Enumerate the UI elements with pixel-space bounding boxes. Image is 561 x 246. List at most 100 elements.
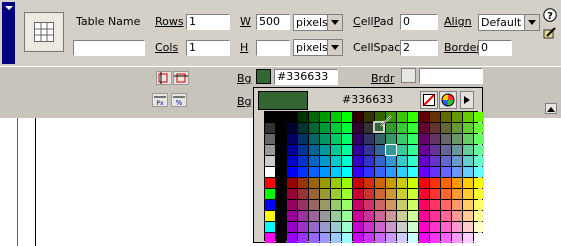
no-color-icon[interactable]	[420, 91, 438, 109]
rows-input[interactable]: 1	[186, 14, 230, 30]
web-safe-color-swatch[interactable]	[430, 123, 440, 133]
web-safe-color-swatch[interactable]	[375, 145, 385, 155]
convert-widths-to-pixels-button[interactable]: Px	[152, 93, 168, 107]
web-safe-color-swatch[interactable]	[320, 112, 330, 122]
web-safe-color-swatch[interactable]	[331, 189, 341, 199]
web-safe-color-swatch[interactable]	[353, 123, 363, 133]
web-safe-color-swatch[interactable]	[430, 222, 440, 232]
web-safe-color-swatch[interactable]	[331, 222, 341, 232]
web-safe-color-swatch[interactable]	[386, 211, 396, 221]
spacer-swatch[interactable]	[276, 178, 286, 188]
web-safe-color-swatch[interactable]	[342, 189, 352, 199]
bg-color-swatch[interactable]	[256, 69, 271, 84]
special-color-swatch[interactable]	[265, 178, 275, 188]
web-safe-color-swatch[interactable]	[474, 200, 484, 210]
web-safe-color-swatch[interactable]	[342, 200, 352, 210]
web-safe-color-swatch[interactable]	[430, 112, 440, 122]
web-safe-color-swatch[interactable]	[375, 222, 385, 232]
web-safe-color-swatch[interactable]	[364, 156, 374, 166]
web-safe-color-swatch[interactable]	[309, 178, 319, 188]
web-safe-color-swatch[interactable]	[298, 134, 308, 144]
web-safe-color-swatch[interactable]	[441, 233, 451, 243]
web-safe-color-swatch[interactable]	[320, 211, 330, 221]
table-name-input[interactable]	[73, 40, 145, 56]
spacer-swatch[interactable]	[276, 134, 286, 144]
web-safe-color-swatch[interactable]	[287, 123, 297, 133]
web-safe-color-swatch[interactable]	[342, 145, 352, 155]
web-safe-color-swatch[interactable]	[430, 167, 440, 177]
web-safe-color-swatch[interactable]	[452, 156, 462, 166]
web-safe-color-swatch[interactable]	[474, 178, 484, 188]
web-safe-color-swatch[interactable]	[375, 134, 385, 144]
web-safe-color-swatch[interactable]	[441, 222, 451, 232]
web-safe-color-swatch[interactable]	[408, 200, 418, 210]
web-safe-color-swatch[interactable]	[474, 222, 484, 232]
web-safe-color-swatch[interactable]	[452, 222, 462, 232]
web-safe-color-swatch[interactable]	[419, 145, 429, 155]
cellspace-input[interactable]: 2	[400, 40, 438, 56]
color-wheel-icon[interactable]	[439, 91, 457, 109]
web-safe-color-swatch[interactable]	[430, 211, 440, 221]
spacer-swatch[interactable]	[276, 123, 286, 133]
right-arrow-icon[interactable]	[460, 91, 474, 109]
web-safe-color-swatch[interactable]	[408, 222, 418, 232]
web-safe-color-swatch[interactable]	[474, 189, 484, 199]
web-safe-color-swatch[interactable]	[353, 178, 363, 188]
web-safe-color-swatch[interactable]	[419, 123, 429, 133]
web-safe-color-swatch[interactable]	[353, 167, 363, 177]
web-safe-color-swatch[interactable]	[342, 211, 352, 221]
web-safe-color-swatch[interactable]	[364, 178, 374, 188]
special-color-swatch[interactable]	[265, 233, 275, 243]
web-safe-color-swatch[interactable]	[397, 211, 407, 221]
web-safe-color-swatch[interactable]	[419, 211, 429, 221]
web-safe-color-swatch[interactable]	[364, 233, 374, 243]
collapse-tab[interactable]	[2, 2, 15, 64]
clear-widths-button[interactable]	[173, 71, 189, 85]
web-safe-color-swatch[interactable]	[408, 134, 418, 144]
web-safe-color-swatch[interactable]	[331, 145, 341, 155]
web-safe-color-swatch[interactable]	[320, 200, 330, 210]
web-safe-color-swatch[interactable]	[287, 167, 297, 177]
web-safe-color-swatch[interactable]	[474, 156, 484, 166]
web-safe-color-swatch[interactable]	[463, 222, 473, 232]
web-safe-color-swatch[interactable]	[353, 134, 363, 144]
web-safe-color-swatch[interactable]	[375, 178, 385, 188]
web-safe-color-swatch[interactable]	[364, 222, 374, 232]
web-safe-color-swatch[interactable]	[298, 145, 308, 155]
color-swatch-grid[interactable]	[264, 111, 484, 243]
web-safe-color-swatch[interactable]	[397, 145, 407, 155]
web-safe-color-swatch[interactable]	[342, 222, 352, 232]
web-safe-color-swatch[interactable]	[353, 156, 363, 166]
web-safe-color-swatch[interactable]	[298, 112, 308, 122]
web-safe-color-swatch[interactable]	[298, 233, 308, 243]
web-safe-color-swatch[interactable]	[331, 134, 341, 144]
web-safe-color-swatch[interactable]	[320, 178, 330, 188]
web-safe-color-swatch[interactable]	[309, 211, 319, 221]
web-safe-color-swatch[interactable]	[430, 145, 440, 155]
web-safe-color-swatch[interactable]	[298, 222, 308, 232]
web-safe-color-swatch[interactable]	[452, 145, 462, 155]
web-safe-color-swatch[interactable]	[441, 156, 451, 166]
special-color-swatch[interactable]	[265, 134, 275, 144]
web-safe-color-swatch[interactable]	[452, 134, 462, 144]
web-safe-color-swatch[interactable]	[287, 189, 297, 199]
web-safe-color-swatch[interactable]	[298, 167, 308, 177]
web-safe-color-swatch[interactable]	[375, 211, 385, 221]
web-safe-color-swatch[interactable]	[452, 233, 462, 243]
web-safe-color-swatch[interactable]	[320, 222, 330, 232]
web-safe-color-swatch[interactable]	[441, 123, 451, 133]
web-safe-color-swatch[interactable]	[386, 167, 396, 177]
web-safe-color-swatch[interactable]	[397, 222, 407, 232]
web-safe-color-swatch[interactable]	[419, 200, 429, 210]
spacer-swatch[interactable]	[276, 156, 286, 166]
web-safe-color-swatch[interactable]	[430, 134, 440, 144]
special-color-swatch[interactable]	[265, 222, 275, 232]
web-safe-color-swatch[interactable]	[386, 200, 396, 210]
web-safe-color-swatch[interactable]	[298, 123, 308, 133]
border-color-swatch[interactable]	[401, 68, 416, 83]
web-safe-color-swatch[interactable]	[287, 222, 297, 232]
web-safe-color-swatch[interactable]	[430, 189, 440, 199]
web-safe-color-swatch[interactable]	[309, 145, 319, 155]
web-safe-color-swatch[interactable]	[463, 233, 473, 243]
web-safe-color-swatch[interactable]	[419, 134, 429, 144]
